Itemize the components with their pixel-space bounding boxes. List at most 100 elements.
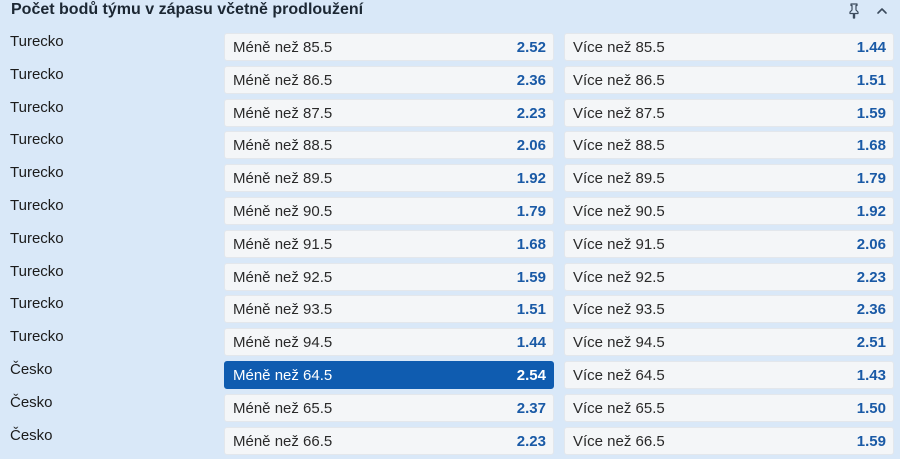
outcome-label: Více než 94.5 bbox=[573, 334, 665, 352]
odds-value: 1.51 bbox=[856, 71, 886, 89]
odds-row: Turecko Méně než 87.5 2.23 Více než 87.5… bbox=[0, 98, 900, 132]
outcome-label: Více než 64.5 bbox=[573, 366, 665, 384]
odds-value: 1.68 bbox=[516, 235, 546, 253]
outcome-label: Více než 66.5 bbox=[573, 432, 665, 450]
odds-row: Česko Méně než 65.5 2.37 Více než 65.5 1… bbox=[0, 393, 900, 427]
odds-value: 2.23 bbox=[516, 104, 546, 122]
outcome-label: Méně než 90.5 bbox=[233, 202, 333, 220]
outcome-label: Méně než 66.5 bbox=[233, 432, 333, 450]
odds-row: Turecko Méně než 86.5 2.36 Více než 86.5… bbox=[0, 65, 900, 99]
odds-value: 1.43 bbox=[856, 366, 886, 384]
outcome-label: Méně než 92.5 bbox=[233, 268, 333, 286]
team-name: Turecko bbox=[10, 98, 64, 116]
outcome-label: Méně než 85.5 bbox=[233, 39, 333, 56]
team-name: Turecko bbox=[10, 262, 64, 280]
odds-row: Turecko Méně než 94.5 1.44 Více než 94.5… bbox=[0, 328, 900, 361]
odds-value: 2.54 bbox=[516, 366, 546, 384]
over-odds-button[interactable]: Více než 91.5 2.06 bbox=[564, 229, 894, 258]
odds-row: Turecko Méně než 88.5 2.06 Více než 88.5… bbox=[0, 131, 900, 164]
under-odds-button[interactable]: Méně než 91.5 1.68 bbox=[224, 229, 554, 258]
odds-value: 1.59 bbox=[856, 432, 886, 450]
outcome-label: Více než 91.5 bbox=[573, 235, 665, 253]
under-odds-button[interactable]: Méně než 65.5 2.37 bbox=[224, 393, 554, 422]
over-odds-button[interactable]: Více než 90.5 1.92 bbox=[564, 196, 894, 225]
odds-row: Turecko Méně než 85.5 2.52 Více než 85.5… bbox=[0, 33, 900, 66]
over-odds-button[interactable]: Více než 66.5 1.59 bbox=[564, 426, 894, 455]
odds-value: 2.51 bbox=[856, 334, 886, 352]
team-name: Turecko bbox=[10, 65, 64, 83]
over-odds-button[interactable]: Více než 88.5 1.68 bbox=[564, 131, 894, 160]
outcome-label: Méně než 93.5 bbox=[233, 301, 333, 319]
odds-value: 2.37 bbox=[516, 399, 546, 417]
outcome-label: Více než 93.5 bbox=[573, 301, 665, 319]
outcome-label: Méně než 65.5 bbox=[233, 399, 333, 417]
outcome-label: Více než 90.5 bbox=[573, 202, 665, 220]
odds-value: 1.79 bbox=[516, 202, 546, 220]
over-odds-button[interactable]: Více než 65.5 1.50 bbox=[564, 393, 894, 422]
odds-value: 1.44 bbox=[856, 39, 886, 56]
under-odds-button[interactable]: Méně než 94.5 1.44 bbox=[224, 328, 554, 357]
odds-row: Turecko Méně než 92.5 1.59 Více než 92.5… bbox=[0, 262, 900, 296]
team-name: Česko bbox=[10, 426, 53, 444]
odds-value: 1.50 bbox=[856, 399, 886, 417]
outcome-label: Méně než 87.5 bbox=[233, 104, 333, 122]
odds-row: Turecko Méně než 93.5 1.51 Více než 93.5… bbox=[0, 295, 900, 328]
market-panel: Počet bodů týmu v zápasu včetně prodlouž… bbox=[0, 0, 900, 456]
team-name: Turecko bbox=[10, 164, 64, 182]
under-odds-button[interactable]: Méně než 93.5 1.51 bbox=[224, 295, 554, 324]
odds-value: 2.06 bbox=[856, 235, 886, 253]
outcome-label: Více než 86.5 bbox=[573, 71, 665, 89]
under-odds-button[interactable]: Méně než 92.5 1.59 bbox=[224, 262, 554, 291]
team-name: Česko bbox=[10, 360, 53, 378]
odds-value: 2.36 bbox=[516, 71, 546, 89]
odds-value: 1.92 bbox=[516, 170, 546, 188]
odds-value: 2.23 bbox=[516, 432, 546, 450]
outcome-label: Méně než 86.5 bbox=[233, 71, 333, 89]
team-name: Turecko bbox=[10, 328, 64, 346]
outcome-label: Méně než 94.5 bbox=[233, 334, 333, 352]
over-odds-button[interactable]: Více než 85.5 1.44 bbox=[564, 33, 894, 61]
over-odds-button[interactable]: Více než 93.5 2.36 bbox=[564, 295, 894, 324]
odds-value: 2.23 bbox=[856, 268, 886, 286]
outcome-label: Více než 85.5 bbox=[573, 39, 665, 56]
under-odds-button[interactable]: Méně než 89.5 1.92 bbox=[224, 164, 554, 193]
team-name: Turecko bbox=[10, 196, 64, 214]
under-odds-button[interactable]: Méně než 87.5 2.23 bbox=[224, 98, 554, 127]
team-name: Turecko bbox=[10, 33, 64, 50]
odds-row: Česko Méně než 64.5 2.54 Více než 64.5 1… bbox=[0, 360, 900, 394]
under-odds-button[interactable]: Méně než 86.5 2.36 bbox=[224, 65, 554, 94]
outcome-label: Méně než 91.5 bbox=[233, 235, 333, 253]
outcome-label: Více než 92.5 bbox=[573, 268, 665, 286]
odds-value: 1.59 bbox=[856, 104, 886, 122]
team-name: Turecko bbox=[10, 229, 64, 247]
over-odds-button[interactable]: Více než 94.5 2.51 bbox=[564, 328, 894, 357]
outcome-label: Méně než 89.5 bbox=[233, 170, 333, 188]
under-odds-button[interactable]: Méně než 85.5 2.52 bbox=[224, 33, 554, 61]
under-odds-button-selected[interactable]: Méně než 64.5 2.54 bbox=[224, 360, 554, 389]
team-name: Turecko bbox=[10, 131, 64, 149]
team-name: Česko bbox=[10, 393, 53, 411]
odds-value: 1.68 bbox=[856, 137, 886, 155]
outcome-label: Méně než 88.5 bbox=[233, 137, 333, 155]
odds-value: 1.44 bbox=[516, 334, 546, 352]
odds-value: 2.06 bbox=[516, 137, 546, 155]
over-odds-button[interactable]: Více než 92.5 2.23 bbox=[564, 262, 894, 291]
chevron-up-icon[interactable] bbox=[871, 0, 893, 22]
under-odds-button[interactable]: Méně než 88.5 2.06 bbox=[224, 131, 554, 160]
over-odds-button[interactable]: Více než 89.5 1.79 bbox=[564, 164, 894, 193]
odds-list: Turecko Méně než 85.5 2.52 Více než 85.5… bbox=[0, 33, 900, 459]
over-odds-button[interactable]: Více než 86.5 1.51 bbox=[564, 65, 894, 94]
outcome-label: Více než 89.5 bbox=[573, 170, 665, 188]
outcome-label: Více než 65.5 bbox=[573, 399, 665, 417]
over-odds-button[interactable]: Více než 64.5 1.43 bbox=[564, 360, 894, 389]
odds-value: 1.51 bbox=[516, 301, 546, 319]
market-header: Počet bodů týmu v zápasu včetně prodlouž… bbox=[0, 0, 900, 22]
odds-value: 2.52 bbox=[516, 39, 546, 56]
over-odds-button[interactable]: Více než 87.5 1.59 bbox=[564, 98, 894, 127]
pin-icon[interactable] bbox=[843, 0, 865, 22]
under-odds-button[interactable]: Méně než 66.5 2.23 bbox=[224, 426, 554, 455]
under-odds-button[interactable]: Méně než 90.5 1.79 bbox=[224, 196, 554, 225]
odds-row: Turecko Méně než 90.5 1.79 Více než 90.5… bbox=[0, 196, 900, 230]
odds-row: Turecko Méně než 89.5 1.92 Více než 89.5… bbox=[0, 164, 900, 197]
outcome-label: Více než 87.5 bbox=[573, 104, 665, 122]
